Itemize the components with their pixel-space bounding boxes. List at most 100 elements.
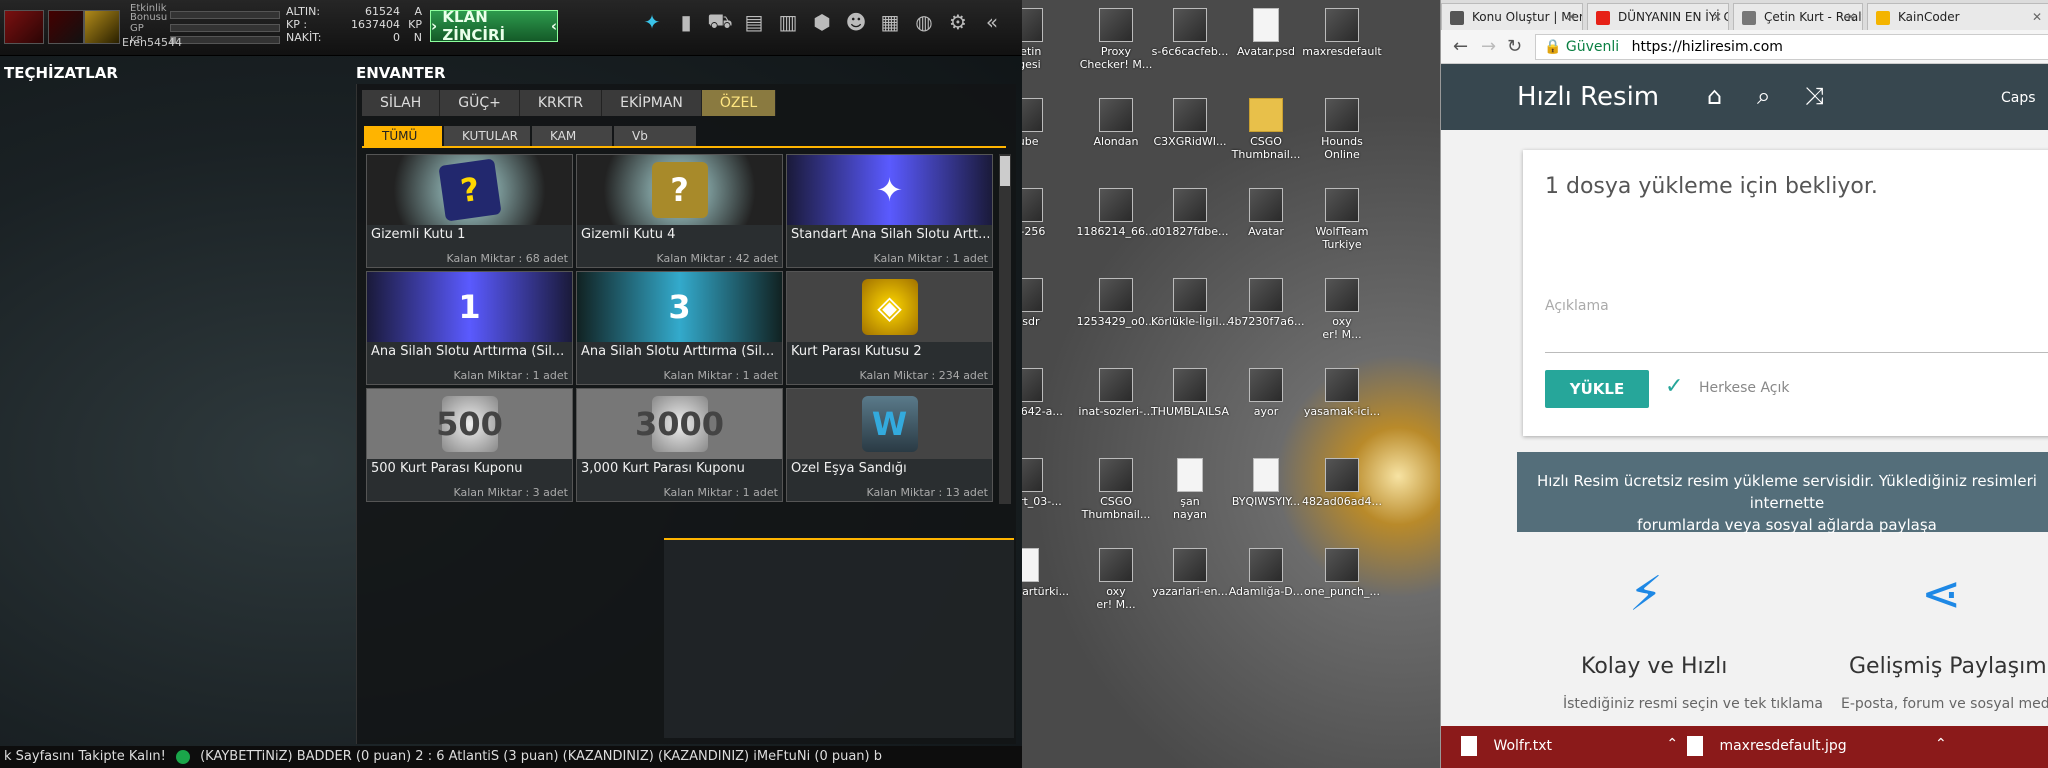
desktop-icon[interactable]: yazarlari-en... xyxy=(1150,548,1230,598)
download-item-2[interactable]: maxresdefault.jpg ⌃ xyxy=(1687,736,1947,756)
desktop-icon[interactable]: ayor xyxy=(1226,368,1306,418)
desktop-icon[interactable]: 1186214_66... xyxy=(1076,188,1156,238)
item-card[interactable]: ? Gizemli Kutu 4 Kalan Miktar : 42 adet xyxy=(576,154,783,268)
close-icon[interactable]: ✕ xyxy=(2032,10,2042,24)
public-toggle-label[interactable]: Herkese Açık xyxy=(1699,380,1790,396)
item-card[interactable]: 3000 3,000 Kurt Parası Kuponu Kalan Miktar… xyxy=(576,388,783,502)
description-input[interactable]: Açıklama xyxy=(1545,298,1609,314)
desktop-icon[interactable]: BYQIWSYIY... xyxy=(1226,458,1306,508)
desktop-icon[interactable]: şan nayan xyxy=(1150,458,1230,521)
item-card[interactable]: ◈ Kurt Parası Kutusu 2 Kalan Miktar : 234 … xyxy=(786,271,993,385)
desktop-icon[interactable]: selamlartürki... xyxy=(1022,548,1069,598)
desktop-icon[interactable]: Proxy Checker! M... xyxy=(1076,8,1156,71)
desktop-icon[interactable]: Avatar xyxy=(1226,188,1306,238)
chevron-up-icon[interactable]: ⌃ xyxy=(1935,736,1947,752)
globe-icon[interactable]: ◍ xyxy=(910,8,938,36)
item-scrollbar[interactable] xyxy=(999,154,1011,504)
scroll-thumb[interactable] xyxy=(1000,156,1010,186)
subtab-1[interactable]: KUTULAR xyxy=(444,126,530,146)
desktop-icon[interactable]: s-6c6cacfeb... xyxy=(1150,8,1230,58)
item-card[interactable]: ✦ Standart Ana Silah Slotu Artt... Kalan M… xyxy=(786,154,993,268)
item-card[interactable]: ? Gizemli Kutu 1 Kalan Miktar : 68 adet xyxy=(366,154,573,268)
desktop-icon[interactable]: tube xyxy=(1022,98,1066,148)
desktop-icon[interactable]: 482ad06ad4... xyxy=(1302,458,1382,508)
caps-link[interactable]: Caps xyxy=(2001,90,2036,106)
shuffle-icon[interactable]: ⤨ xyxy=(1805,82,1824,110)
upload-button[interactable]: YÜKLE xyxy=(1545,370,1649,408)
desktop-icon[interactable]: Adamlığa-D... xyxy=(1226,548,1306,598)
item-card[interactable]: 3 Ana Silah Slotu Arttırma (Sil... Kalan M… xyxy=(576,271,783,385)
stats-icon[interactable]: ▦ xyxy=(876,8,904,36)
desktop-icon[interactable]: e90f7642-a... xyxy=(1022,368,1066,418)
desktop-icon[interactable]: oxy er! M... xyxy=(1076,548,1156,611)
subtab-0[interactable]: TÜMÜ xyxy=(364,126,442,146)
desktop-icon[interactable]: d01827fdbe... xyxy=(1150,188,1230,238)
tab-2[interactable]: KRKTR xyxy=(519,90,603,116)
close-icon[interactable]: ✕ xyxy=(1566,10,1576,24)
desktop-icon-label: s-6c6cacfeb... xyxy=(1151,45,1229,58)
chest-icon[interactable]: ▥ xyxy=(774,8,802,36)
browser-tab[interactable]: DÜNYANIN EN İYİ CS ✕ xyxy=(1587,3,1729,30)
image-file-icon xyxy=(1249,548,1283,582)
home-icon[interactable]: ⌂ xyxy=(1707,82,1722,110)
chevron-up-icon[interactable]: ⌃ xyxy=(1666,736,1678,752)
desktop-icon[interactable]: Alondan xyxy=(1076,98,1156,148)
desktop-icon[interactable]: Körlükle-İlgil... xyxy=(1150,278,1230,328)
desktop-icon[interactable]: CSGO Thumbnail... xyxy=(1076,458,1156,521)
desktop-icon-label: Adamlığa-D... xyxy=(1228,585,1304,598)
tab-3[interactable]: EKİPMAN xyxy=(602,90,702,116)
clan-logo[interactable] xyxy=(4,10,44,44)
desktop-icon[interactable]: THUMBLAILSA xyxy=(1150,368,1230,418)
site-brand[interactable]: Hızlı Resim xyxy=(1517,82,1659,112)
desktop-icon[interactable]: CSGO Thumbnail... xyxy=(1226,98,1306,161)
tab-0[interactable]: SİLAH xyxy=(362,90,441,116)
desktop-icon[interactable]: C3XGRidWI... xyxy=(1150,98,1230,148)
image-file-icon xyxy=(1173,98,1207,132)
desktop-icon[interactable]: lasdr xyxy=(1022,278,1066,328)
url-input[interactable]: 🔒 Güvenli https://hizliresim.com xyxy=(1535,34,2048,60)
search-icon[interactable]: ⌕ xyxy=(1757,82,1770,110)
desktop-icon[interactable]: 1253429_o0... xyxy=(1076,278,1156,328)
desktop-icon[interactable]: PicsArt_03-... xyxy=(1022,458,1066,508)
users-icon[interactable]: ☻ xyxy=(842,8,870,36)
desktop-icon[interactable]: be-256 xyxy=(1022,188,1066,238)
tab-1[interactable]: GÜÇ+ xyxy=(440,90,520,116)
reload-icon[interactable]: ↻ xyxy=(1507,36,1522,57)
shop-icon[interactable]: ⛟ xyxy=(706,8,734,36)
tab-4[interactable]: ÖZEL xyxy=(701,90,777,116)
browser-tab[interactable]: Çetin Kurt - Realtime✕ xyxy=(1733,3,1863,30)
download-name-1: Wolfr.txt xyxy=(1493,738,1553,754)
gear-icon[interactable]: ⚙ xyxy=(944,8,972,36)
collapse-icon[interactable]: « xyxy=(978,8,1006,36)
desktop-icon[interactable]: oxy er! M... xyxy=(1302,278,1382,341)
desktop-icon[interactable]: 4b7230f7a6... xyxy=(1226,278,1306,328)
close-icon[interactable]: ✕ xyxy=(1846,10,1856,24)
item-card[interactable]: 500 500 Kurt Parası Kuponu Kalan Miktar : … xyxy=(366,388,573,502)
desktop-icon[interactable]: Metinegesi xyxy=(1022,8,1066,71)
browser-tab[interactable]: Konu Oluştur | Meme✕ xyxy=(1441,3,1583,30)
desktop-icon[interactable]: Hounds Online xyxy=(1302,98,1382,161)
desktop-icon[interactable]: WolfTeam Turkiye xyxy=(1302,188,1382,251)
currency-key: KP : xyxy=(286,18,308,31)
check-icon[interactable]: ✓ xyxy=(1665,374,1683,399)
forward-icon[interactable]: → xyxy=(1481,36,1496,57)
item-card[interactable]: W Özel Eşya Sandığı Kalan Miktar : 13 adet xyxy=(786,388,993,502)
ranking-icon[interactable]: ▮ xyxy=(672,8,700,36)
desktop-icon[interactable]: one_punch_... xyxy=(1302,548,1382,598)
desktop-icon[interactable]: yasamak-ici... xyxy=(1302,368,1382,418)
desktop-icon[interactable]: maxresdefault xyxy=(1302,8,1382,58)
item-card[interactable]: 1 Ana Silah Slotu Arttırma (Sil... Kalan M… xyxy=(366,271,573,385)
back-icon[interactable]: ← xyxy=(1453,36,1468,57)
bag-icon[interactable]: ▤ xyxy=(740,8,768,36)
box-icon[interactable]: ⬢ xyxy=(808,8,836,36)
desktop-icon[interactable]: Avatar.psd xyxy=(1226,8,1306,58)
browser-tab[interactable]: KainCoder ✕ xyxy=(1867,3,2048,30)
desktop-icon[interactable]: inat-sozleri-... xyxy=(1076,368,1156,418)
close-icon[interactable]: ✕ xyxy=(1712,10,1722,24)
klan-zinciri-button[interactable]: › KLAN ZİNCİRİ ‹ xyxy=(430,8,558,44)
item-quantity: Kalan Miktar : 68 adet xyxy=(446,252,568,265)
subtab-2[interactable]: KAM xyxy=(532,126,612,146)
download-item-1[interactable]: Wolfr.txt ⌃ xyxy=(1461,736,1678,756)
subtab-3[interactable]: Vb xyxy=(614,126,696,146)
game-logo-icon[interactable]: ✦ xyxy=(638,8,666,36)
